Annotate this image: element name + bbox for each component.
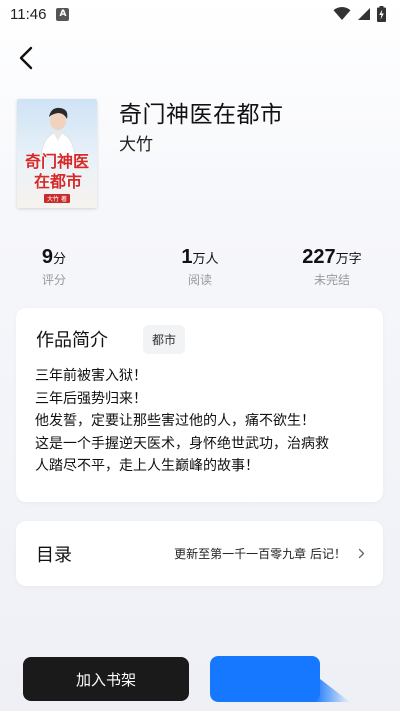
cover-title-line1: 奇门神医 xyxy=(25,152,89,171)
stat-rating-label: 评分 xyxy=(41,273,66,287)
book-cover-illustration: 奇门神医 在都市 大竹 著 xyxy=(17,99,97,208)
intro-line: 三年前被害入狱！ xyxy=(35,368,147,384)
stat-readers-unit: 万人 xyxy=(192,252,219,267)
cover-title-line2: 在都市 xyxy=(34,172,82,191)
wifi-icon xyxy=(333,7,351,20)
intro-line: 这是一个手握逆天医术，身怀绝世武功，治病救 xyxy=(35,435,329,452)
read-button[interactable] xyxy=(210,656,378,702)
toc-card[interactable]: 目录 更新至第一千一百零九章 后记！ xyxy=(16,521,383,586)
book-cover[interactable]: 奇门神医 在都市 大竹 著 xyxy=(17,99,97,208)
read-button-background xyxy=(210,656,350,702)
book-stats: 9分 评分 1万人 阅读 227万字 未完结 xyxy=(0,246,400,296)
chevron-right-icon xyxy=(358,548,365,559)
genre-tag[interactable]: 都市 xyxy=(143,325,185,354)
status-icons xyxy=(333,6,386,22)
chevron-left-icon xyxy=(19,46,33,70)
stat-readers-value: 1 xyxy=(181,246,193,268)
signal-icon xyxy=(358,8,370,20)
cover-author-stamp: 大竹 著 xyxy=(47,195,67,203)
stat-status-label: 未完结 xyxy=(313,273,350,287)
notification-badge: A xyxy=(56,7,70,21)
stat-rating-unit: 分 xyxy=(53,252,67,267)
intro-line: 他发誓，定要让那些害过他的人，痛不欲生！ xyxy=(35,413,315,429)
add-to-shelf-button[interactable]: 加入书架 xyxy=(23,657,189,701)
toc-heading: 目录 xyxy=(36,544,72,566)
stat-wordcount-unit: 万字 xyxy=(335,252,362,267)
stat-rating: 9分 评分 xyxy=(24,246,84,288)
stat-wordcount-value: 227 xyxy=(302,246,336,268)
intro-text: 三年前被害入狱！ 三年后强势归来！ 他发誓，定要让那些害过他的人，痛不欲生！ 这… xyxy=(35,365,370,478)
stat-readers-label: 阅读 xyxy=(187,273,212,287)
intro-card: 作品简介 都市 三年前被害入狱！ 三年后强势归来！ 他发誓，定要让那些害过他的人… xyxy=(16,308,383,502)
status-bar: 11:46 A xyxy=(0,0,400,28)
book-title: 奇门神医在都市 xyxy=(119,102,284,128)
stat-rating-value: 9 xyxy=(41,246,54,268)
back-button[interactable] xyxy=(10,40,42,76)
book-author: 大竹 xyxy=(119,135,153,155)
battery-charging-icon xyxy=(377,6,386,22)
toc-latest-chapter: 更新至第一千一百零九章 后记！ xyxy=(174,547,346,561)
intro-line: 人踏尽不平，走上人生巅峰的故事！ xyxy=(35,458,259,474)
intro-line: 三年后强势归来！ xyxy=(35,390,147,407)
intro-heading: 作品简介 xyxy=(36,330,108,351)
status-time: 11:46 xyxy=(10,5,47,23)
stat-readers: 1万人 阅读 xyxy=(168,246,232,288)
stat-wordcount: 227万字 未完结 xyxy=(287,246,377,288)
